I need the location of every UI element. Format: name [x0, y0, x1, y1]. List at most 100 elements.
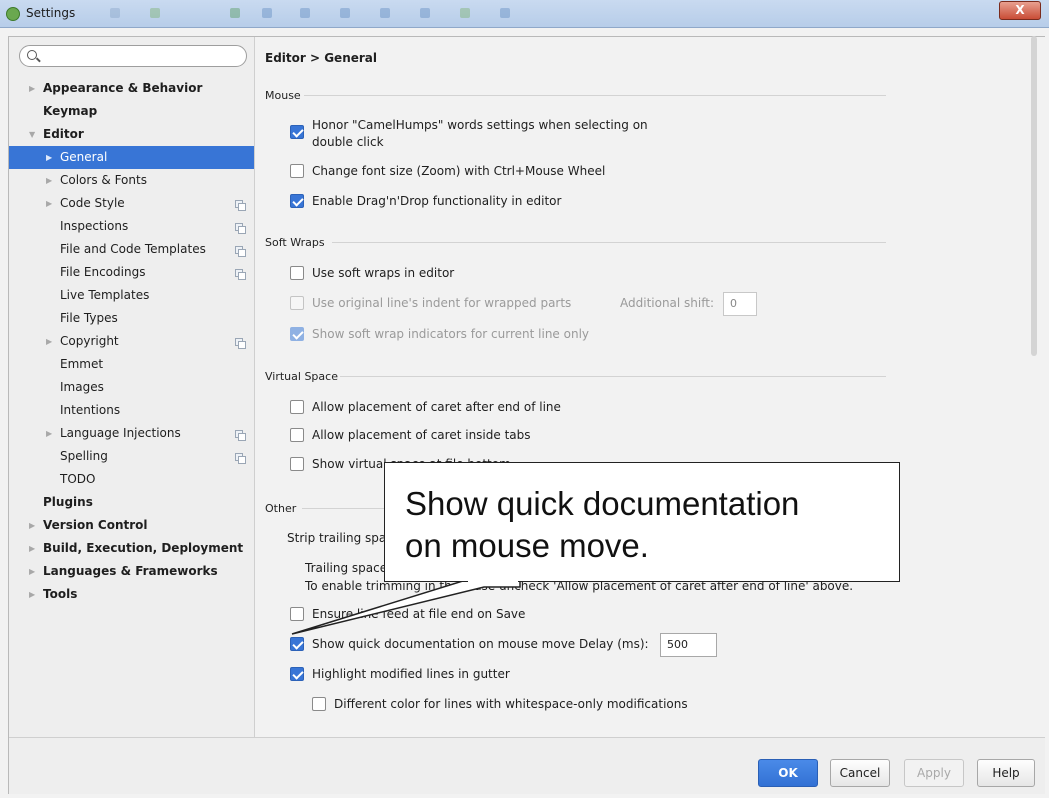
sidebar-item-label: Intentions — [60, 403, 121, 417]
zoom-label: Change font size (Zoom) with Ctrl+Mouse … — [312, 164, 606, 178]
search-field[interactable] — [19, 45, 247, 67]
project-settings-icon — [235, 430, 246, 441]
help-button[interactable]: Help — [977, 759, 1035, 787]
apply-button[interactable]: Apply — [904, 759, 964, 787]
cancel-button[interactable]: Cancel — [830, 759, 890, 787]
additional-shift-input[interactable]: 0 — [723, 292, 757, 316]
project-settings-icon — [235, 223, 246, 234]
sidebar-item-inspections[interactable]: Inspections — [9, 215, 254, 238]
sidebar-item-file-and-code-templates[interactable]: File and Code Templates — [9, 238, 254, 261]
sidebar-item-label: Keymap — [43, 104, 98, 118]
blurred-toolbar-icon — [460, 8, 470, 18]
sidebar-item-file-types[interactable]: File Types — [9, 307, 254, 330]
sidebar-item-version-control[interactable]: ▶ Version Control — [9, 514, 254, 537]
sidebar-item-code-style[interactable]: ▶ Code Style — [9, 192, 254, 215]
wrap-indicators-label: Show soft wrap indicators for current li… — [312, 327, 590, 341]
blurred-toolbar-icon — [262, 8, 272, 18]
vertical-scrollbar[interactable] — [1031, 36, 1037, 356]
chevron-right-icon[interactable]: ▶ — [46, 169, 52, 192]
sidebar-item-live-templates[interactable]: Live Templates — [9, 284, 254, 307]
chevron-right-icon[interactable]: ▶ — [46, 422, 52, 445]
show-virtual-space-checkbox[interactable] — [290, 457, 304, 471]
sidebar-item-label: Plugins — [43, 495, 93, 509]
app-icon — [6, 7, 20, 21]
sidebar-item-intentions[interactable]: Intentions — [9, 399, 254, 422]
ensure-line-feed-checkbox[interactable] — [290, 607, 304, 621]
highlight-modified-checkbox[interactable] — [290, 667, 304, 681]
sidebar-item-languages-frameworks[interactable]: ▶ Languages & Frameworks — [9, 560, 254, 583]
sidebar: ▶ Appearance & Behavior Keymap ▼ Editor ▶ Gene… — [9, 37, 255, 737]
close-button[interactable]: X — [999, 1, 1041, 20]
sidebar-item-label: Editor — [43, 127, 84, 141]
window-title: Settings — [26, 6, 76, 20]
callout-line1: Show quick documentation — [405, 485, 800, 522]
sidebar-item-plugins[interactable]: Plugins — [9, 491, 254, 514]
project-settings-icon — [235, 453, 246, 464]
callout-box: Show quick documentation on mouse move. — [384, 462, 900, 582]
sidebar-item-keymap[interactable]: Keymap — [9, 100, 254, 123]
caret-inside-tabs-label: Allow placement of caret inside tabs — [312, 428, 531, 442]
sidebar-item-label: Appearance & Behavior — [43, 81, 203, 95]
zoom-checkbox[interactable] — [290, 164, 304, 178]
sidebar-item-label: General — [60, 150, 108, 164]
chevron-right-icon[interactable]: ▶ — [29, 537, 35, 560]
chevron-right-icon[interactable]: ▶ — [29, 514, 35, 537]
sidebar-item-appearance-behavior[interactable]: ▶ Appearance & Behavior — [9, 77, 254, 100]
original-indent-checkbox[interactable] — [290, 296, 304, 310]
settings-window: ▶ Appearance & Behavior Keymap ▼ Editor ▶ Gene… — [8, 36, 1045, 794]
chevron-right-icon[interactable]: ▶ — [29, 560, 35, 583]
caret-after-end-checkbox[interactable] — [290, 400, 304, 414]
quick-doc-checkbox[interactable] — [290, 637, 304, 651]
blurred-toolbar-icon — [380, 8, 390, 18]
section-softwraps-title: Soft Wraps — [265, 236, 325, 249]
use-soft-wraps-label: Use soft wraps in editor — [312, 266, 455, 280]
sidebar-item-language-injections[interactable]: ▶ Language Injections — [9, 422, 254, 445]
sidebar-item-copyright[interactable]: ▶ Copyright — [9, 330, 254, 353]
sidebar-item-label: Tools — [43, 587, 78, 601]
blurred-toolbar-icon — [300, 8, 310, 18]
chevron-right-icon[interactable]: ▶ — [46, 146, 52, 169]
chevron-down-icon[interactable]: ▼ — [29, 123, 35, 146]
quick-doc-label: Show quick documentation on mouse move — [312, 637, 576, 651]
use-soft-wraps-checkbox[interactable] — [290, 266, 304, 280]
title-bar: Settings X — [0, 0, 1049, 28]
chevron-right-icon[interactable]: ▶ — [29, 583, 35, 606]
sidebar-item-images[interactable]: Images — [9, 376, 254, 399]
sidebar-item-general[interactable]: ▶ General — [9, 146, 254, 169]
different-color-checkbox[interactable] — [312, 697, 326, 711]
dialog-footer: OK Cancel Apply Help — [9, 737, 1045, 794]
chevron-right-icon[interactable]: ▶ — [46, 192, 52, 215]
ok-button[interactable]: OK — [758, 759, 818, 787]
blurred-toolbar-icon — [230, 8, 240, 18]
search-icon — [27, 50, 37, 60]
sidebar-item-emmet[interactable]: Emmet — [9, 353, 254, 376]
ensure-line-feed-label: Ensure line feed at file end on Save — [312, 607, 526, 621]
section-divider — [304, 95, 886, 96]
dragdrop-checkbox[interactable] — [290, 194, 304, 208]
sidebar-item-label: Code Style — [60, 196, 125, 210]
chevron-right-icon[interactable]: ▶ — [29, 77, 35, 100]
sidebar-item-colors-fonts[interactable]: ▶ Colors & Fonts — [9, 169, 254, 192]
sidebar-item-tools[interactable]: ▶ Tools — [9, 583, 254, 606]
sidebar-item-file-encodings[interactable]: File Encodings — [9, 261, 254, 284]
sidebar-item-label: Languages & Frameworks — [43, 564, 218, 578]
delay-label: Delay (ms): — [579, 637, 649, 651]
dragdrop-label: Enable Drag'n'Drop functionality in edit… — [312, 194, 562, 208]
sidebar-item-spelling[interactable]: Spelling — [9, 445, 254, 468]
settings-tree: ▶ Appearance & Behavior Keymap ▼ Editor ▶ Gene… — [9, 77, 254, 606]
section-mouse-title: Mouse — [265, 89, 301, 102]
sidebar-item-label: Emmet — [60, 357, 104, 371]
camelhumps-checkbox[interactable] — [290, 125, 304, 139]
section-virtualspace-title: Virtual Space — [265, 370, 338, 383]
caret-inside-tabs-checkbox[interactable] — [290, 428, 304, 442]
wrap-indicators-checkbox[interactable] — [290, 327, 304, 341]
sidebar-item-todo[interactable]: TODO — [9, 468, 254, 491]
caret-after-end-label: Allow placement of caret after end of li… — [312, 400, 561, 414]
sidebar-item-label: Copyright — [60, 334, 119, 348]
breadcrumb: Editor > General — [265, 51, 378, 65]
sidebar-item-build-execution-deployment[interactable]: ▶ Build, Execution, Deployment — [9, 537, 254, 560]
chevron-right-icon[interactable]: ▶ — [46, 330, 52, 353]
camelhumps-label: Honor "CamelHumps" words settings when s… — [312, 118, 648, 132]
sidebar-item-editor[interactable]: ▼ Editor — [9, 123, 254, 146]
delay-input[interactable]: 500 — [660, 633, 717, 657]
